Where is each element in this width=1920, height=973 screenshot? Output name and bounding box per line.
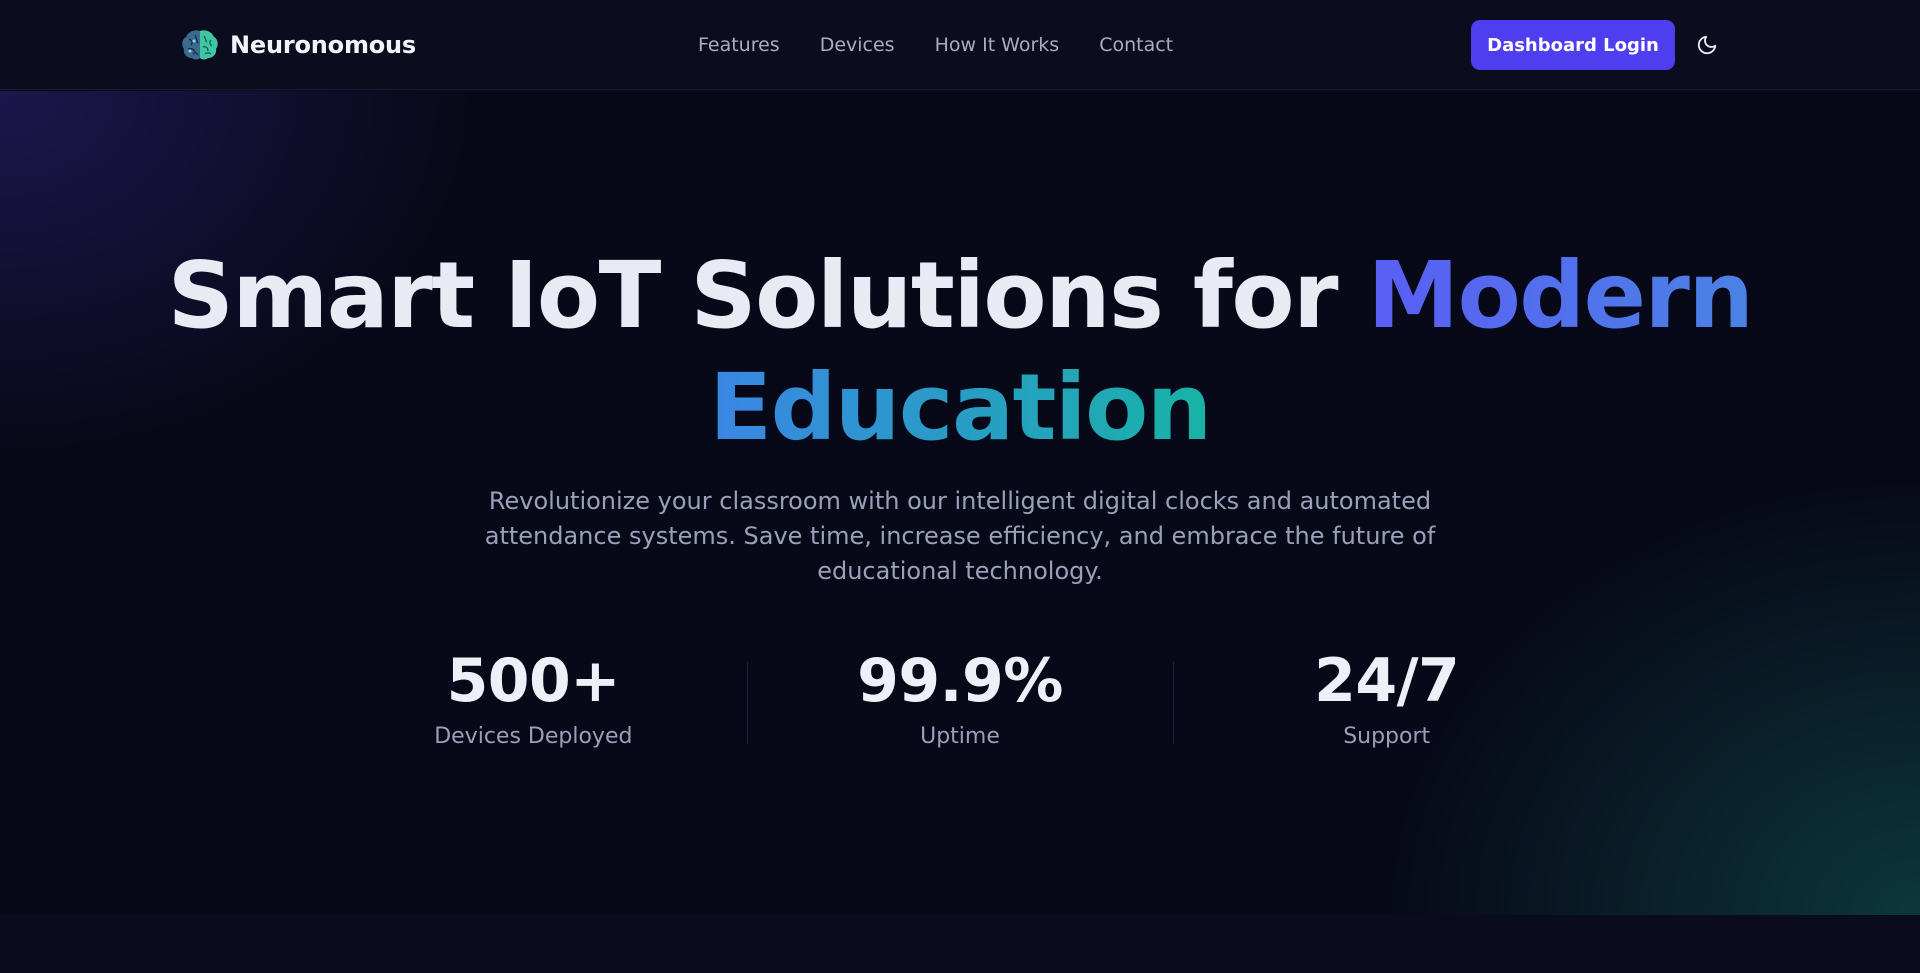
- stat-uptime: 99.9% Uptime: [746, 640, 1174, 760]
- moon-icon: [1697, 35, 1717, 55]
- nav-link-devices[interactable]: Devices: [820, 31, 895, 59]
- brand-logo-link[interactable]: Neuronomous: [180, 27, 416, 63]
- main-nav: Features Devices How It Works Contact: [698, 31, 1173, 59]
- brand-name: Neuronomous: [230, 31, 417, 59]
- headline-accent-modern: Modern: [1367, 242, 1754, 349]
- stat-label: Devices Deployed: [434, 724, 633, 749]
- stat-support: 24/7 Support: [1173, 640, 1600, 760]
- stats-row: 500+ Devices Deployed 99.9% Uptime 24/7 …: [320, 640, 1600, 760]
- nav-link-contact[interactable]: Contact: [1099, 31, 1173, 59]
- nav-link-features[interactable]: Features: [698, 31, 780, 59]
- dashboard-login-button[interactable]: Dashboard Login: [1471, 20, 1675, 70]
- headline-accent-education: Education: [709, 354, 1212, 461]
- page-footer-strip: [0, 915, 1920, 973]
- hero-headline: Smart IoT Solutions for Modern Education: [0, 240, 1920, 464]
- stat-value: 24/7: [1314, 646, 1460, 716]
- stat-value: 500+: [446, 646, 621, 716]
- stat-label: Uptime: [920, 724, 1000, 749]
- nav-link-how-it-works[interactable]: How It Works: [935, 31, 1060, 59]
- theme-toggle-button[interactable]: [1694, 32, 1720, 58]
- headline-plain-text: Smart IoT Solutions for: [167, 242, 1368, 349]
- brain-icon: [180, 27, 220, 63]
- stat-value: 99.9%: [857, 646, 1063, 716]
- stat-devices-deployed: 500+ Devices Deployed: [320, 640, 747, 760]
- top-navbar: Neuronomous Features Devices How It Work…: [0, 0, 1920, 90]
- hero-subtitle: Revolutionize your classroom with our in…: [484, 487, 1436, 585]
- stat-label: Support: [1343, 724, 1431, 749]
